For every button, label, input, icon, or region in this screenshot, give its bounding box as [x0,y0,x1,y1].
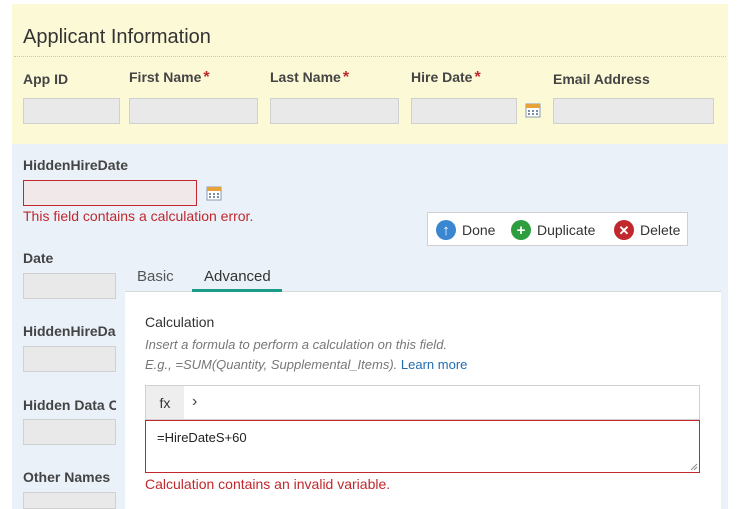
formula-text: =HireDateS+60 [157,430,247,445]
plus-icon: + [511,220,531,240]
other-names-input[interactable] [23,492,116,509]
first-name-input[interactable] [129,98,258,124]
hidden-hire-date-input-2[interactable] [23,346,116,372]
required-indicator: * [342,69,350,86]
hire-date-input[interactable] [411,98,517,124]
done-button[interactable]: ↑ Done [436,220,495,240]
hidden-data-input[interactable] [23,419,116,445]
fx-button[interactable]: fx [146,386,184,419]
first-name-label: First Name * [129,69,210,86]
calculation-label: Calculation [145,314,215,330]
calculation-error-message: Calculation contains an invalid variable… [145,476,391,492]
calendar-icon[interactable] [206,185,222,201]
hire-date-label: Hire Date * [411,69,481,86]
formula-input[interactable]: =HireDateS+60 [145,420,700,473]
required-indicator: * [203,69,210,86]
arrow-up-icon: ↑ [436,220,456,240]
hidden-hire-date-label-2: HiddenHireDa [23,323,116,339]
last-name-label: Last Name * [270,69,350,86]
hidden-hire-date-input[interactable] [23,180,197,206]
email-address-input[interactable] [553,98,714,124]
tab-advanced[interactable]: Advanced [204,268,271,285]
close-icon: ✕ [614,220,634,240]
field-error-message: This field contains a calculation error. [23,208,254,224]
tab-basic[interactable]: Basic [137,268,174,285]
divider [14,56,726,57]
chevron-right-icon[interactable]: › [192,393,197,411]
required-indicator: * [474,69,481,86]
calculation-example: E.g., =SUM(Quantity, Supplemental_Items)… [145,357,468,372]
done-button-label: Done [462,222,496,238]
hidden-hire-date-label: HiddenHireDate [23,157,129,173]
other-names-label: Other Names [23,469,111,485]
duplicate-button-label: Duplicate [537,222,596,238]
field-toolbar: ↑ Done + Duplicate ✕ Delete [427,212,688,246]
section-title: Applicant Information [23,26,211,48]
app-id-input[interactable] [23,98,120,124]
app-id-label: App ID [23,71,69,87]
learn-more-link[interactable]: Learn more [401,357,467,372]
last-name-input[interactable] [270,98,399,124]
duplicate-button[interactable]: + Duplicate [511,220,595,240]
hidden-data-label: Hidden Data C [23,397,116,413]
date-input[interactable] [23,273,116,299]
delete-button[interactable]: ✕ Delete [614,220,680,240]
calculation-hint: Insert a formula to perform a calculatio… [145,337,448,352]
calendar-icon[interactable] [525,102,541,118]
email-address-label: Email Address [553,71,650,87]
date-label: Date [23,250,54,266]
formula-toolbar: fx › [145,385,700,420]
resize-handle-icon[interactable] [690,463,698,471]
delete-button-label: Delete [640,222,681,238]
